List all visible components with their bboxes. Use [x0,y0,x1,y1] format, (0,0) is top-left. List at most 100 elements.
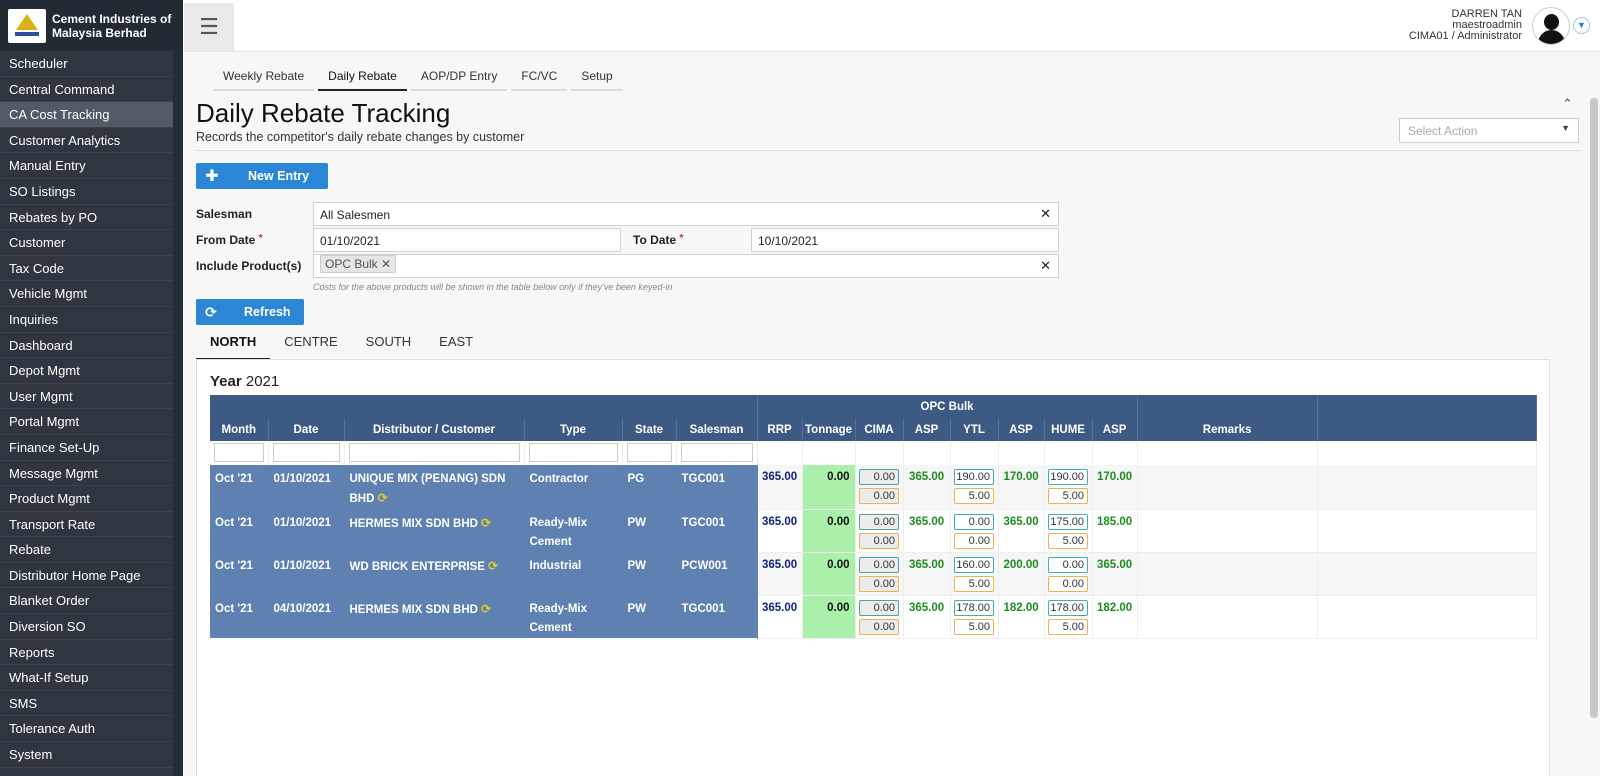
from-date-input[interactable]: 01/10/2021 [313,228,621,252]
sidebar-item-blanket-order[interactable]: Blanket Order [0,588,183,615]
page-scrollbar[interactable] [1590,98,1598,718]
column-filter-input[interactable] [626,443,672,462]
hume-price-input[interactable]: 178.00 [1048,599,1089,616]
sidebar-item-message-mgmt[interactable]: Message Mgmt [0,461,183,487]
column-header[interactable]: ASP [998,418,1045,441]
ytl-rebate-input[interactable]: 5.00 [954,618,995,635]
to-date-input[interactable]: 10/10/2021 [751,228,1059,252]
sidebar-item-transport-rate[interactable]: Transport Rate [0,512,183,538]
sidebar-item-system[interactable]: System [0,742,183,768]
column-header[interactable]: Remarks [1137,418,1318,441]
sync-icon[interactable]: ⟳ [481,516,491,530]
table-row[interactable]: Oct '21 01/10/2021 UNIQUE MIX (PENANG) SDN… [210,465,1537,510]
sync-icon[interactable]: ⟳ [481,602,491,616]
sidebar-item-rebate[interactable]: Rebate [0,537,183,563]
sidebar-item-distributor-home-page[interactable]: Distributor Home Page [0,563,183,589]
sidebar-item-finance-set-up[interactable]: Finance Set-Up [0,435,183,461]
ytl-price-input[interactable]: 178.00 [954,599,995,616]
table-row[interactable]: Oct '21 01/10/2021 WD BRICK ENTERPRISE ⟳ In… [210,552,1537,596]
select-action-dropdown[interactable]: Select Action ▼ [1399,118,1579,143]
sidebar-item-customer-analytics[interactable]: Customer Analytics [0,128,183,154]
cima-rebate-input[interactable]: 0.00 [859,488,900,504]
tab-setup[interactable]: Setup [571,66,623,91]
tab-east[interactable]: EAST [425,327,487,360]
cima-price-input[interactable]: 0.00 [859,556,900,573]
cima-rebate-input[interactable]: 0.00 [859,618,900,635]
sidebar-item-rebates-by-po[interactable]: Rebates by PO [0,205,183,231]
new-entry-button[interactable]: ✚ New Entry [196,163,328,189]
cima-rebate-input[interactable]: 0.00 [859,532,900,549]
hume-rebate-input[interactable]: 5.00 [1048,488,1089,504]
tab-daily-rebate[interactable]: Daily Rebate [318,66,407,91]
ytl-rebate-input[interactable]: 0.00 [954,532,995,549]
sidebar-item-central-command[interactable]: Central Command [0,77,183,103]
ytl-rebate-input[interactable]: 5.00 [954,575,995,592]
product-chip[interactable]: OPC Bulk ✕ [320,255,397,273]
chip-remove-icon[interactable]: ✕ [381,257,391,271]
hume-rebate-input[interactable]: 5.00 [1048,618,1089,635]
cima-price-input[interactable]: 0.00 [859,599,900,616]
column-filter-input[interactable] [214,443,264,462]
chevron-down-icon[interactable]: ▼ [1573,17,1590,34]
salesman-select[interactable]: All Salesmen ✕ [313,202,1059,226]
ytl-rebate-input[interactable]: 5.00 [954,488,995,504]
tab-north[interactable]: NORTH [196,327,271,360]
cima-rebate-input[interactable]: 0.00 [859,575,900,592]
column-header[interactable]: ASP [1092,418,1138,441]
table-row[interactable]: Oct '21 01/10/2021 HERMES MIX SDN BHD ⟳ Rea… [210,509,1537,553]
sidebar-item-tax-code[interactable]: Tax Code [0,256,183,282]
hume-rebate-input[interactable]: 0.00 [1048,575,1089,592]
sidebar-item-tolerance-auth[interactable]: Tolerance Auth [0,716,183,743]
sidebar-item-what-if-setup[interactable]: What-If Setup [0,665,183,691]
column-filter-input[interactable] [348,443,520,462]
column-header[interactable]: Date [268,418,345,441]
clear-icon[interactable]: ✕ [1040,206,1051,222]
hume-price-input[interactable]: 190.00 [1048,469,1089,485]
ytl-price-input[interactable]: 190.00 [954,469,995,485]
avatar[interactable] [1532,7,1570,45]
ytl-price-input[interactable]: 160.00 [954,556,995,573]
sidebar-item-vehicle-mgmt[interactable]: Vehicle Mgmt [0,281,183,307]
tab-centre[interactable]: CENTRE [270,327,351,360]
hamburger-icon[interactable]: ☰ [184,3,234,51]
column-header[interactable]: Distributor / Customer [344,418,525,441]
sync-icon[interactable]: ⟳ [488,559,498,573]
sidebar-item-inquiries[interactable]: Inquiries [0,307,183,333]
tab-aop-dp-entry[interactable]: AOP/DP Entry [410,66,508,91]
sidebar-scrollbar[interactable] [173,51,183,776]
collapse-icon[interactable]: ⌃ [1562,96,1573,112]
cima-price-input[interactable]: 0.00 [859,513,900,530]
refresh-button[interactable]: ⟳ Refresh [196,299,304,325]
sidebar-item-sms[interactable]: SMS [0,691,183,717]
sidebar-item-dashboard[interactable]: Dashboard [0,333,183,359]
column-header[interactable]: ASP [903,418,951,441]
column-header[interactable]: HUME [1044,418,1093,441]
sidebar-item-depot-mgmt[interactable]: Depot Mgmt [0,358,183,384]
column-header[interactable]: Type [524,418,623,441]
sidebar-item-diversion-so[interactable]: Diversion SO [0,614,183,640]
column-filter-input[interactable] [528,443,618,462]
column-filter-input[interactable] [272,443,340,462]
include-products-select[interactable]: OPC Bulk ✕ ✕ [313,254,1059,278]
column-header[interactable]: Tonnage [802,418,856,441]
sidebar-item-user-mgmt[interactable]: User Mgmt [0,384,183,410]
sidebar-item-portal-mgmt[interactable]: Portal Mgmt [0,409,183,435]
sidebar-item-reports[interactable]: Reports [0,640,183,666]
tab-south[interactable]: SOUTH [352,327,426,360]
column-header[interactable]: Salesman [676,418,758,441]
column-header[interactable]: CIMA [855,418,904,441]
clear-icon[interactable]: ✕ [1040,258,1051,274]
tab-weekly-rebate[interactable]: Weekly Rebate [213,66,315,91]
sidebar-item-product-mgmt[interactable]: Product Mgmt [0,486,183,512]
table-row[interactable]: Oct '21 04/10/2021 HERMES MIX SDN BHD ⟳ Rea… [210,595,1537,639]
column-header[interactable]: RRP [757,418,803,441]
tab-fc-vc[interactable]: FC/VC [511,66,568,91]
column-filter-input[interactable] [680,443,753,462]
hume-rebate-input[interactable]: 5.00 [1048,532,1089,549]
ytl-price-input[interactable]: 0.00 [954,513,995,530]
sidebar-item-so-listings[interactable]: SO Listings [0,179,183,205]
sidebar-item-customer[interactable]: Customer [0,230,183,256]
column-header[interactable]: State [622,418,677,441]
hume-price-input[interactable]: 0.00 [1048,556,1089,573]
column-header[interactable]: YTL [950,418,999,441]
